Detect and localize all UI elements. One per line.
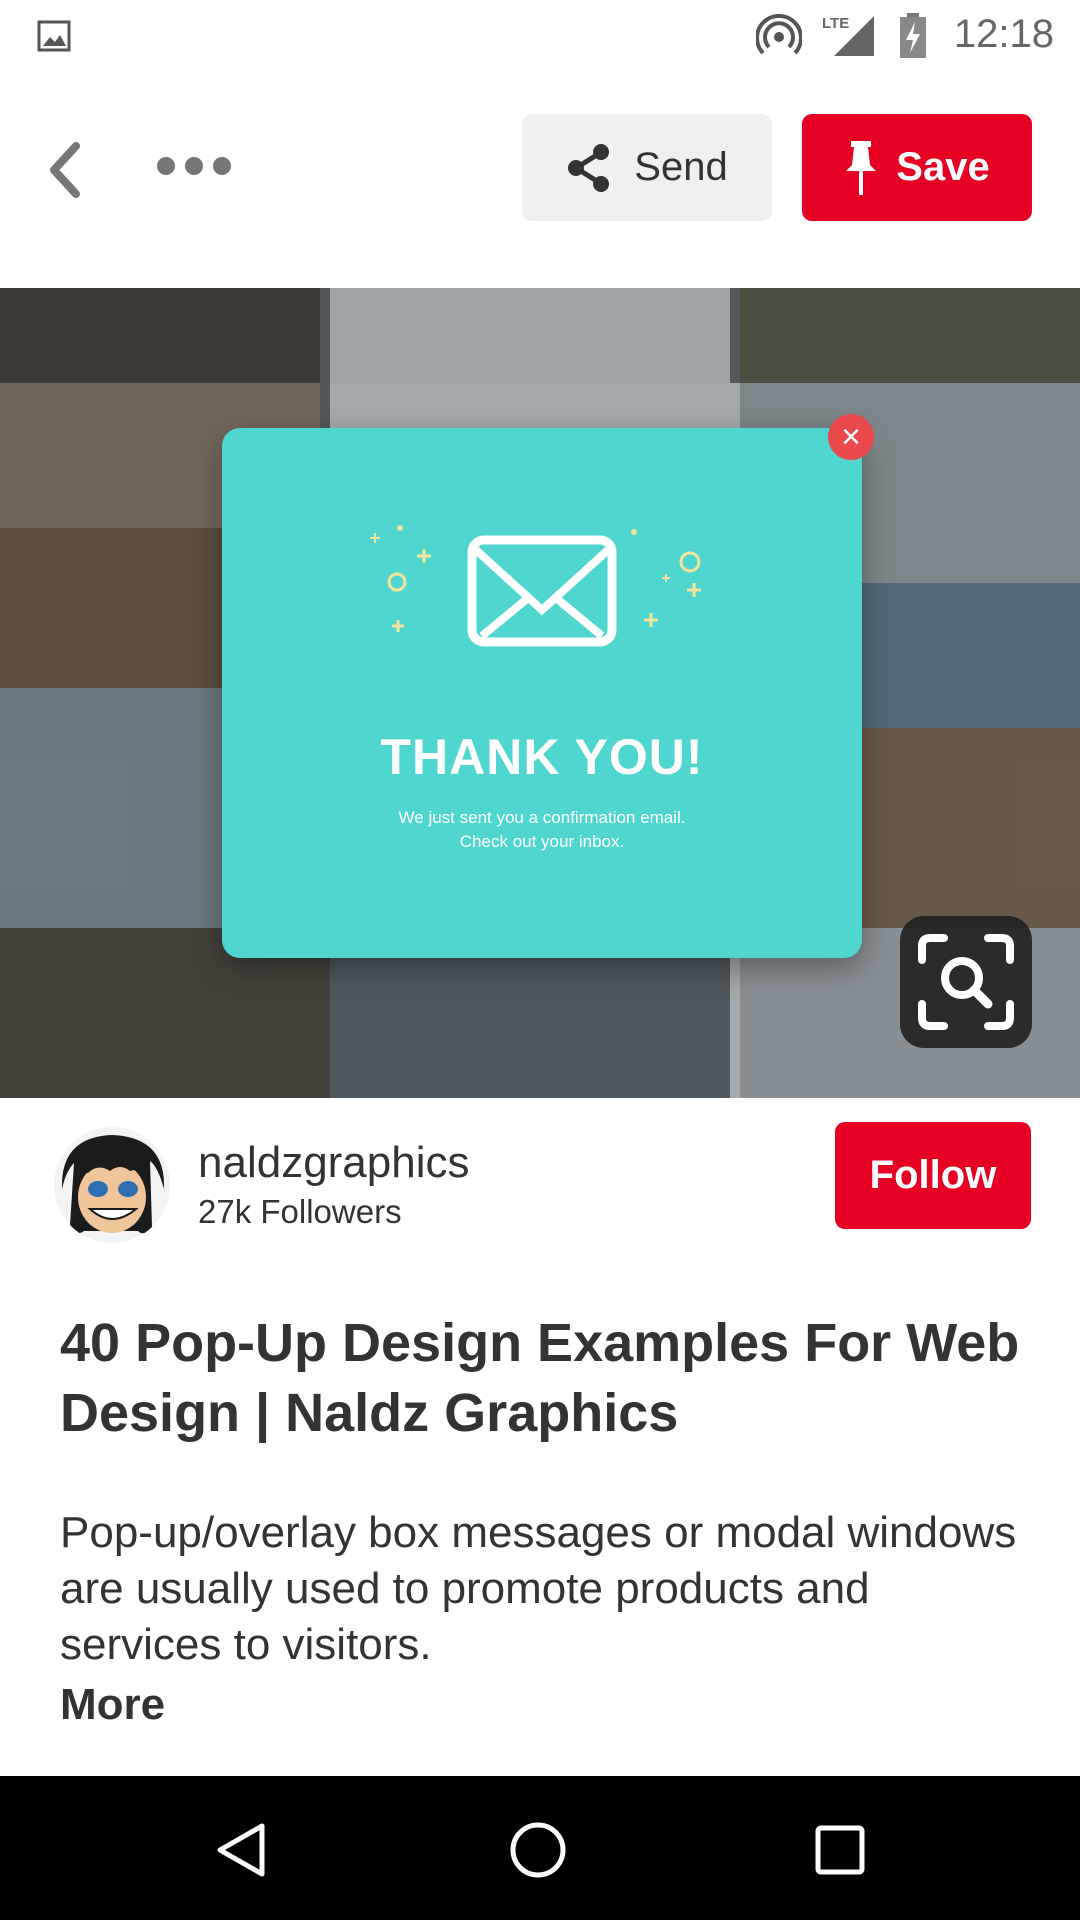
- status-bar: LTE 12:18: [0, 0, 1080, 72]
- more-link[interactable]: More: [60, 1680, 165, 1730]
- pin-title: 40 Pop-Up Design Examples For Web Design…: [60, 1313, 1020, 1443]
- svg-text:LTE: LTE: [822, 15, 849, 32]
- nav-recents-icon[interactable]: [810, 1820, 870, 1880]
- visual-search-button[interactable]: [900, 916, 1032, 1048]
- popup-message-line: We just sent you a confirmation email.: [398, 808, 686, 827]
- save-button[interactable]: Save: [802, 114, 1032, 221]
- pin-icon: [846, 140, 877, 195]
- back-button[interactable]: [36, 130, 96, 210]
- close-icon: ×: [828, 414, 874, 460]
- hotspot-icon: [756, 14, 802, 55]
- nav-home-icon[interactable]: [508, 1820, 568, 1880]
- battery-charging-icon: [900, 13, 926, 58]
- gallery-icon: [37, 20, 71, 52]
- share-icon: [568, 143, 610, 192]
- popup-message: We just sent you a confirmation email. C…: [222, 806, 862, 854]
- avatar[interactable]: [54, 1127, 170, 1243]
- creator-name[interactable]: naldzgraphics: [198, 1138, 470, 1188]
- navigation-bar: [0, 1776, 1080, 1920]
- send-label: Send: [634, 145, 728, 189]
- pin-description: Pop-up/overlay box messages or modal win…: [60, 1508, 1017, 1669]
- save-label: Save: [896, 145, 990, 189]
- visual-search-icon: [918, 934, 1014, 1030]
- follow-button[interactable]: Follow: [835, 1122, 1031, 1229]
- nav-back-icon[interactable]: [210, 1820, 270, 1880]
- status-time: 12:18: [953, 12, 1054, 56]
- popup-title: THANK YOU!: [380, 729, 704, 785]
- more-options-button[interactable]: [150, 146, 240, 186]
- creator-followers: 27k Followers: [198, 1193, 402, 1230]
- lte-signal-icon: LTE: [822, 15, 874, 56]
- send-button[interactable]: Send: [522, 114, 772, 221]
- thank-you-popup: × THANK YOU! We just sent you a confirma…: [222, 414, 874, 958]
- more-dots-icon: [157, 157, 231, 175]
- pin-image[interactable]: × THANK YOU! We just sent you a confirma…: [0, 288, 1080, 1098]
- back-arrow-icon: [50, 142, 80, 198]
- avatar-illustration: [54, 1127, 170, 1243]
- popup-message-line: Check out your inbox.: [459, 832, 625, 851]
- envelope-icon: [370, 525, 701, 647]
